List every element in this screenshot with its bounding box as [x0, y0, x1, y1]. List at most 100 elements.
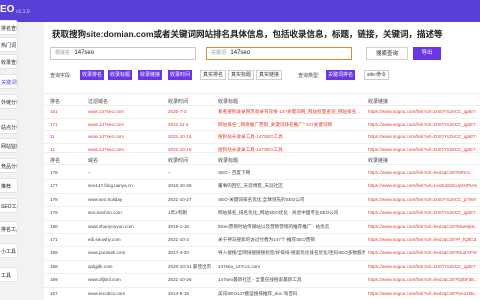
table-cell: 168: [50, 263, 58, 269]
sidebar-item[interactable]: 收录查询: [0, 54, 18, 69]
table-cell: qulgjdk.com: [88, 263, 113, 269]
table-row: 180 www.zhanyouyun.com 2019-1-16 5Seo营销时站传媒…: [44, 221, 480, 234]
filter-tag[interactable]: 真实排名: [200, 70, 227, 80]
result-link[interactable]: https://www.sogou.com/link?url=hedJqC29?…: [368, 237, 477, 242]
table-row: 169 www.puntoek.com 2017-4-20 导入搜搜/全网排搜搜搜标签…: [44, 247, 480, 261]
table-cell: 导入搜搜/全网排搜搜搜标签/好排排-搜索优化排名优化/连码SEO多数服务平台: [218, 250, 365, 256]
filter-tag[interactable]: 收录排名: [80, 70, 105, 80]
table-cell: 176: [50, 170, 58, 175]
export-button[interactable]: 导出: [413, 47, 441, 60]
result-link[interactable]: https://www.sogou.com/link?url=DSOYnZeCC…: [368, 134, 477, 139]
table-cell: www.147seo.com: [88, 134, 125, 139]
sidebar-item[interactable]: 排名工具: [0, 221, 18, 236]
table-cell: 2010-10-26: [168, 183, 192, 189]
column-header[interactable]: 收录链接: [368, 98, 388, 105]
table-cell: seo147.blog.tianya.cn: [88, 183, 133, 189]
sidebar-item[interactable]: 小工具: [0, 243, 18, 258]
sidebar-item[interactable]: 工具: [0, 267, 18, 282]
column-header[interactable]: 收录标题: [218, 98, 238, 105]
result-link[interactable]: https://www.sogou.com/link?url=DSOYnZeCC…: [368, 147, 477, 152]
table-cell: 169: [50, 277, 58, 283]
keyword-input[interactable]: 关键词 147seo: [206, 47, 352, 60]
table-cell: 171: [50, 121, 58, 127]
result-link[interactable]: https://www.sogou.com/link?url=DSOYnZeCC…: [368, 122, 477, 127]
table-cell: www.dfjlxnl.com: [88, 277, 121, 283]
table-row: 177 seo147.blog.tianya.cn 2010-10-26 董事的回忆_…: [44, 180, 480, 194]
table-cell: 2014-5-19: [168, 290, 189, 296]
result-link[interactable]: https://www.sogou.com/link?url=hedJqC29?…: [368, 170, 477, 175]
result-link[interactable]: https://www.sogou.com/link?url=LeoKdSZoU…: [368, 183, 477, 188]
table-cell: 2017-4-20: [168, 250, 189, 256]
column-header[interactable]: 排名: [50, 98, 60, 105]
table-cell: 151: [50, 109, 58, 114]
result-link[interactable]: https://www.sogou.com/link?url=hedJqC29?…: [368, 224, 477, 229]
table-header: 排名 域名 收录时间 收录标题 收录链接: [44, 152, 480, 165]
result-link[interactable]: https://www.sogou.com/link?url=DSOYnZeCC…: [368, 197, 477, 202]
main-panel: 获取搜狗site:domian.com或者关键词网站排名具体信息，包括收录信息，…: [44, 22, 480, 300]
keyword-input-label: 关键词: [211, 50, 227, 56]
sidebar-item[interactable]: 推荐: [0, 178, 18, 193]
table-row: 176 -- -- SEO - 百度下网 https://www.sogou.com/l…: [44, 167, 480, 181]
column-header[interactable]: 收录标题: [218, 157, 238, 164]
table-cell: 177: [50, 183, 58, 189]
top-bar: EO v1.1.0: [0, 0, 480, 22]
sidebar-item[interactable]: 外链分析: [0, 94, 18, 109]
query-button[interactable]: 搜索查询: [366, 47, 408, 60]
filter-tag[interactable]: 真实链接: [256, 70, 283, 80]
filter-tag[interactable]: 收录时间: [168, 70, 193, 80]
result-link[interactable]: https://www.sogou.com/link?url=DSOYnZeCC…: [368, 210, 477, 215]
column-header[interactable]: 收录时间: [168, 98, 188, 105]
sidebar-item[interactable]: 站点分析: [0, 119, 18, 134]
page-title: 获取搜狗site:domian.com或者关键词网站排名具体信息，包括收录信息，…: [52, 29, 443, 39]
sidebar-item[interactable]: 热门词: [0, 37, 18, 52]
table-cell: --: [88, 170, 92, 175]
table-cell: www.seo.holiday: [88, 196, 123, 202]
table-cell: www.puntoek.com: [88, 250, 126, 256]
filter-label: 查询字段:: [50, 73, 72, 79]
result-link[interactable]: https://www.sogou.com/link?url=hedJqC29?…: [368, 277, 477, 282]
table-cell: www.147seo.com: [88, 121, 125, 127]
table-row: 171 edi.seowhy.com 2021-10-2 关于神马搜索的访过付费为14…: [44, 234, 480, 248]
table-cell: 2021-10-2: [168, 237, 189, 242]
table-cell: seo.sonhoo.com: [88, 210, 122, 216]
table-cell: 2021-10-27: [168, 196, 192, 202]
domain-input-value: 147seo: [74, 50, 95, 56]
result-link[interactable]: https://www.sogou.com/link?url=DSOYnZeCC…: [368, 109, 477, 114]
filter-tag[interactable]: 收录链接: [138, 70, 163, 80]
filter-tag[interactable]: 真实标题: [228, 70, 255, 80]
column-header[interactable]: 过滤域名: [88, 98, 108, 105]
filter-tag[interactable]: 收录标题: [108, 70, 133, 80]
table-cell: 1年2有朝: [168, 210, 187, 216]
table-row: 11 www.147seo.com 2021-10-15 搜狗站长收录工具-147SE…: [44, 131, 480, 144]
sidebar-item[interactable]: 排名查询: [0, 20, 18, 35]
table-cell: www.147seo.com: [88, 109, 125, 114]
column-header[interactable]: 收录时间: [168, 157, 188, 164]
table-row: 171 www.147seo.com 2021-11-2 网站排名"_网络推广营销_关…: [44, 119, 480, 131]
column-header[interactable]: 收录链接: [368, 157, 388, 164]
table-cell: 178: [50, 196, 58, 202]
table-row: 167 www.tecobco.com 2014-5-19 美讯SEO147搬运搜排推…: [44, 288, 480, 300]
table-cell: www.tecobco.com: [88, 290, 126, 296]
table-cell: 147seo_147ccc.com: [218, 263, 261, 269]
result-link[interactable]: https://www.sogou.com/link?url=hedJqC29?…: [368, 250, 477, 255]
table-cell: 179: [50, 210, 58, 216]
sidebar-item[interactable]: 网站监控: [0, 138, 18, 153]
table-cell: 180: [50, 223, 58, 229]
table-cell: 2019-1-16: [168, 223, 189, 229]
app-logo: EO: [0, 4, 15, 15]
column-header[interactable]: 排名: [50, 157, 60, 164]
table-cell: www.zhanyouyun.com: [88, 223, 134, 229]
column-header[interactable]: 域名: [88, 157, 98, 164]
table-cell: 搜狗站长收录工具-147SEO工具: [218, 134, 283, 139]
table-row: 179 seo.sonhoo.com 1年2有朝 网站排名_排名优化_网站SEO优化 …: [44, 207, 480, 221]
domain-input[interactable]: 根域名 147seo: [50, 47, 196, 60]
sidebar-item[interactable]: 关键词挖掘: [0, 74, 18, 89]
sidebar-item[interactable]: 竞品分析: [0, 158, 18, 173]
sidebar-item[interactable]: SEO工具: [0, 198, 18, 213]
table-cell: 2020-10-31 最佳出页: [168, 263, 212, 269]
query-type-tag[interactable]: 关键词排名: [326, 70, 356, 80]
result-link[interactable]: https://www.sogou.com/link?url=DSOYnZeCC…: [368, 264, 477, 269]
query-type-tag[interactable]: site:命令: [364, 70, 390, 80]
table-cell: 网站排名_排名优化_网站SEO优化 - 商虎中国专业SEO公司: [218, 210, 339, 216]
result-link[interactable]: https://www.sogou.com/link?url=hedJqC29?…: [368, 291, 477, 296]
